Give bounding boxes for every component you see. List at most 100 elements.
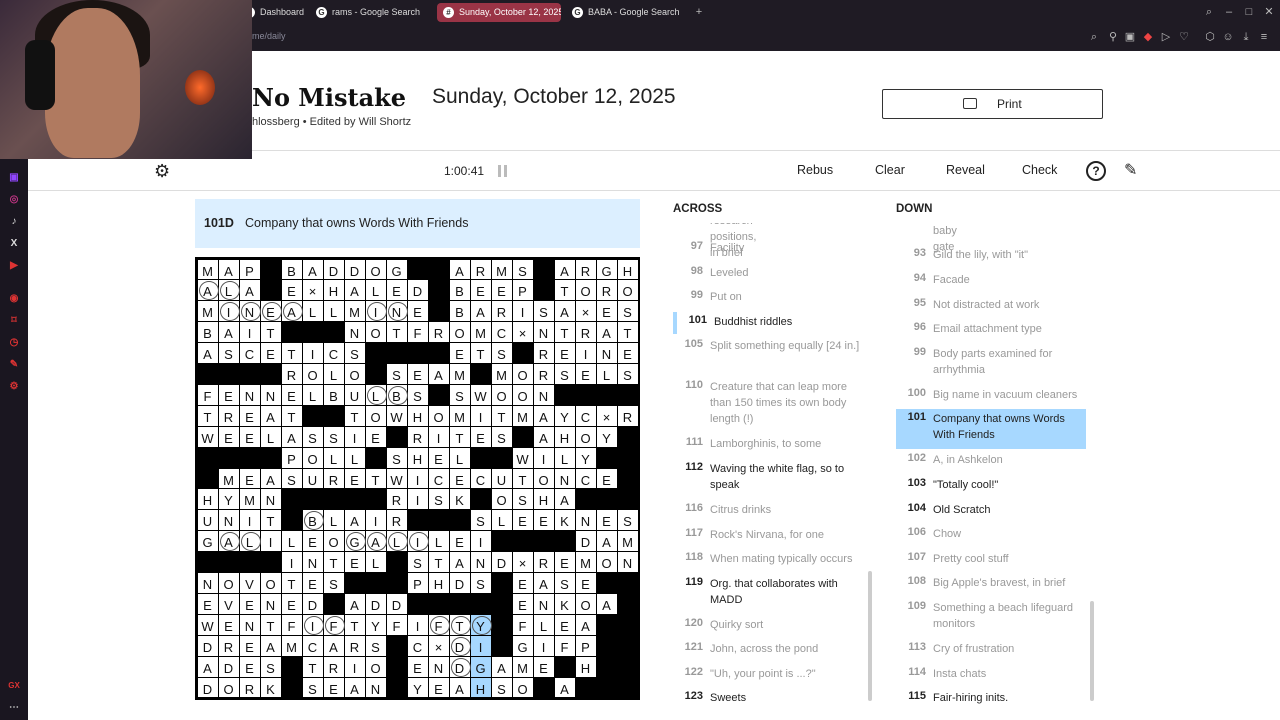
grid-cell[interactable]: I: [533, 447, 554, 468]
grid-cell[interactable]: T: [302, 656, 323, 677]
grid-cell[interactable]: M: [512, 405, 533, 426]
grid-cell[interactable]: W: [386, 405, 407, 426]
grid-cell[interactable]: [344, 489, 365, 510]
grid-cell[interactable]: E: [449, 343, 470, 363]
grid-cell[interactable]: E: [407, 301, 428, 322]
grid-cell[interactable]: [197, 468, 218, 489]
grid-cell[interactable]: O: [512, 677, 533, 698]
grid-cell[interactable]: Y: [407, 677, 428, 698]
tab-crossword[interactable]: # Sunday, October 12, 2025: [437, 3, 561, 22]
across-clue-list[interactable]: research positions, in brief 97Facility9…: [673, 223, 871, 713]
grid-cell[interactable]: S: [491, 343, 512, 363]
pencil-icon[interactable]: ✎: [1124, 160, 1137, 180]
maximize-icon[interactable]: □: [1242, 5, 1256, 19]
grid-cell[interactable]: [281, 322, 302, 343]
grid-cell[interactable]: R: [470, 259, 491, 280]
grid-cell[interactable]: [218, 552, 239, 573]
grid-cell[interactable]: [386, 426, 407, 447]
grid-cell[interactable]: [470, 489, 491, 510]
grid-cell[interactable]: N: [260, 384, 281, 405]
grid-cell[interactable]: A: [218, 322, 239, 343]
grid-cell[interactable]: D: [449, 635, 471, 656]
down-clue-item[interactable]: 101 Company that owns Words With Friends: [896, 409, 1086, 449]
grid-cell[interactable]: [617, 656, 638, 677]
grid-cell[interactable]: L: [323, 364, 344, 384]
grid-cell[interactable]: [365, 573, 386, 593]
player-icon[interactable]: ◉: [7, 292, 21, 306]
grid-cell[interactable]: A: [197, 280, 219, 301]
across-clue-item[interactable]: 119 Org. that collaborates with MADD: [673, 574, 863, 614]
grid-cell[interactable]: S: [449, 384, 470, 405]
grid-cell[interactable]: M: [470, 322, 491, 343]
grid-cell[interactable]: G: [470, 656, 491, 677]
grid-cell[interactable]: [407, 510, 428, 531]
grid-cell[interactable]: I: [365, 510, 386, 531]
across-clue-item[interactable]: 112 Waving the white flag, so to speak: [673, 459, 863, 499]
grid-cell[interactable]: [365, 364, 386, 384]
grid-cell[interactable]: [302, 405, 323, 426]
grid-cell[interactable]: T: [344, 405, 365, 426]
grid-cell[interactable]: Y: [365, 614, 386, 635]
grid-cell[interactable]: ×: [428, 635, 449, 656]
grid-cell[interactable]: S: [386, 447, 407, 468]
grid-cell[interactable]: I: [407, 531, 429, 552]
grid-cell[interactable]: M: [575, 552, 596, 573]
grid-cell[interactable]: A: [302, 259, 323, 280]
grid-cell[interactable]: [617, 635, 638, 656]
grid-cell[interactable]: A: [554, 259, 575, 280]
grid-cell[interactable]: R: [386, 510, 407, 531]
grid-cell[interactable]: ×: [512, 552, 533, 573]
grid-cell[interactable]: L: [239, 531, 261, 552]
grid-cell[interactable]: L: [365, 280, 386, 301]
grid-cell[interactable]: G: [596, 259, 617, 280]
grid-cell[interactable]: E: [260, 301, 282, 322]
gx-icon[interactable]: GX: [7, 679, 21, 693]
grid-cell[interactable]: V: [239, 573, 260, 593]
grid-cell[interactable]: [575, 489, 596, 510]
grid-cell[interactable]: M: [617, 531, 638, 552]
grid-cell[interactable]: L: [365, 384, 387, 405]
grid-cell[interactable]: T: [617, 322, 638, 343]
grid-cell[interactable]: B: [197, 322, 218, 343]
across-clue-item[interactable]: 99 Put on: [673, 287, 863, 309]
grid-cell[interactable]: M: [197, 259, 218, 280]
grid-cell[interactable]: H: [197, 489, 218, 510]
check-button[interactable]: Check: [1022, 163, 1057, 177]
grid-cell[interactable]: E: [239, 656, 260, 677]
grid-cell[interactable]: [386, 552, 407, 573]
grid-cell[interactable]: A: [596, 531, 617, 552]
grid-cell[interactable]: M: [239, 489, 260, 510]
grid-cell[interactable]: [617, 426, 638, 447]
grid-cell[interactable]: E: [323, 677, 344, 698]
settings-icon[interactable]: ⚙: [7, 380, 21, 394]
grid-cell[interactable]: [386, 656, 407, 677]
grid-cell[interactable]: W: [470, 384, 491, 405]
bookmark-icon[interactable]: ⌑: [7, 314, 21, 328]
grid-cell[interactable]: ×: [302, 280, 323, 301]
across-clue-item[interactable]: 123 Sweets: [673, 688, 863, 710]
grid-cell[interactable]: E: [554, 343, 575, 363]
grid-cell[interactable]: C: [575, 405, 596, 426]
grid-cell[interactable]: S: [428, 489, 449, 510]
grid-cell[interactable]: T: [554, 322, 575, 343]
grid-cell[interactable]: S: [491, 677, 512, 698]
grid-cell[interactable]: T: [449, 426, 470, 447]
down-clue-item[interactable]: 106 Chow: [896, 524, 1086, 546]
grid-cell[interactable]: [197, 447, 218, 468]
grid-cell[interactable]: L: [554, 447, 575, 468]
grid-cell[interactable]: L: [596, 364, 617, 384]
grid-cell[interactable]: A: [260, 635, 281, 656]
down-clue-item[interactable]: 109 Something a beach lifeguard monitors: [896, 598, 1086, 638]
grid-cell[interactable]: R: [407, 426, 428, 447]
grid-cell[interactable]: [470, 447, 491, 468]
down-clue-item[interactable]: 102 A, in Ashkelon: [896, 450, 1086, 472]
grid-cell[interactable]: I: [407, 614, 428, 635]
down-clue-item[interactable]: 99 Body parts examined for arrhythmia: [896, 344, 1086, 384]
grid-cell[interactable]: [407, 343, 428, 363]
across-clue-item[interactable]: 116 Citrus drinks: [673, 500, 863, 522]
grid-cell[interactable]: [197, 364, 218, 384]
grid-cell[interactable]: E: [575, 364, 596, 384]
grid-cell[interactable]: A: [554, 677, 575, 698]
grid-cell[interactable]: [491, 573, 512, 593]
grid-cell[interactable]: E: [449, 531, 470, 552]
